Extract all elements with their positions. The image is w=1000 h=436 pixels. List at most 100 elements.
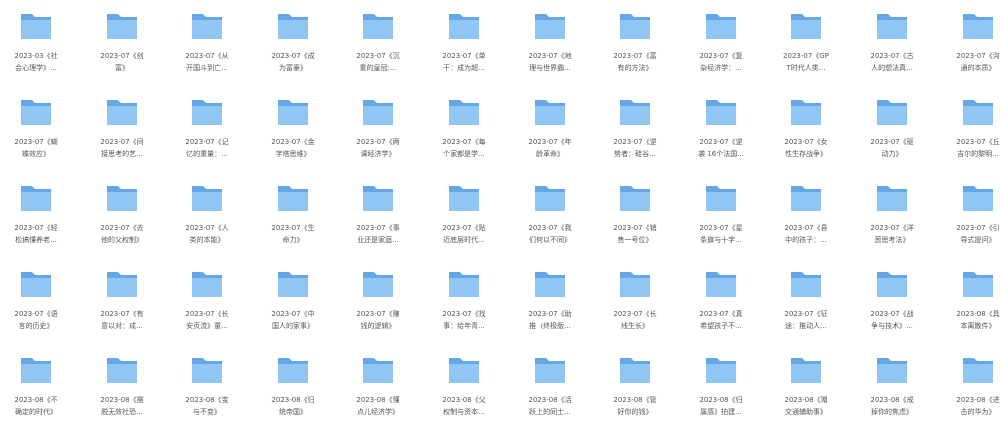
folder-item[interactable]: 2023-08《管 好你的钱》 — [599, 354, 671, 436]
folder-icon — [363, 272, 393, 297]
folder-item[interactable]: 2023-07《找 事：给年青... — [428, 268, 500, 350]
folder-icon — [963, 358, 993, 383]
folder-item[interactable]: 2023-08《归 属感》拍建... — [685, 354, 757, 436]
folder-icon — [192, 100, 222, 125]
folder-item[interactable]: 2023-07《销 售一号位》 — [599, 182, 671, 264]
folder-label: 2023-07《地 理与世界霸... — [528, 52, 572, 72]
folder-item[interactable]: 2023-08《戒 掉你的焦虑》 — [856, 354, 928, 436]
folder-label: 2023-07《贴 近底层时代... — [442, 224, 486, 244]
folder-item[interactable]: 2023-07《间 接思考的艺... — [86, 96, 158, 178]
folder-item[interactable]: 2023-08《具 本离散件》 — [942, 268, 1000, 350]
folder-item[interactable]: 2023-07《记 忆的重量：... — [171, 96, 243, 178]
folder-item[interactable]: 2023-07《每 个家都是学... — [428, 96, 500, 178]
folder-icon — [620, 186, 650, 211]
folder-icon — [963, 100, 993, 125]
folder-item[interactable]: 2023-07《女 性生存战争》 — [770, 96, 842, 178]
folder-label: 2023-07《女 性生存战争》 — [784, 138, 828, 158]
folder-label: 2023-07《我 们何以不同》 — [528, 224, 572, 244]
folder-item[interactable]: 2023-08《懂 点儿经济学》 — [342, 354, 414, 436]
folder-item[interactable]: 2023-07《助 推（终极版... — [514, 268, 586, 350]
folder-icon — [449, 14, 479, 39]
folder-item[interactable]: 2023-07《赚 钱的逻辑》 — [342, 268, 414, 350]
folder-item[interactable]: 2023-07《丘 吉尔的黎明... — [942, 96, 1000, 178]
folder-item[interactable]: 2023-07《从 开国斗到亡... — [171, 10, 243, 92]
folder-item[interactable]: 2023-07《引 导式提问》 — [942, 182, 1000, 264]
folder-icon — [706, 100, 736, 125]
folder-icon — [363, 100, 393, 125]
folder-item[interactable]: 2023-07《蝴 蝶效应》 — [0, 96, 72, 178]
folder-item[interactable]: 2023-07《生 命力》 — [257, 182, 329, 264]
folder-item[interactable]: 2023-07《轻 松搞懂养老... — [0, 182, 72, 264]
folder-item[interactable]: 2023-07《沉 重的皇冠:... — [342, 10, 414, 92]
folder-item[interactable]: 2023-07《征 途：推动人... — [770, 268, 842, 350]
folder-item[interactable]: 2023-07《逆 袭 16个法国... — [685, 96, 757, 178]
folder-item[interactable]: 2023-08《父 权制与资本... — [428, 354, 500, 436]
folder-icon — [706, 272, 736, 297]
folder-item[interactable]: 2023-08《进 击的华为》 — [942, 354, 1000, 436]
folder-icon — [877, 186, 907, 211]
folder-item[interactable]: 2023-03《社 会心理学》... — [0, 10, 72, 92]
folder-label: 2023-07《征 途：推动人... — [784, 310, 828, 330]
folder-item[interactable]: 2023-07《沟 通的本质》 — [942, 10, 1000, 92]
folder-item[interactable]: 2023-07《年 龄革命》 — [514, 96, 586, 178]
folder-label: 2023-07《年 龄革命》 — [528, 138, 572, 158]
folder-label: 2023-07《战 争与技术》... — [870, 310, 914, 330]
folder-item[interactable]: 2023-08《变 与不变》 — [171, 354, 243, 436]
folder-item[interactable]: 2023-08《摆 脱无效社恐... — [86, 354, 158, 436]
folder-item[interactable]: 2023-07《逆 势者：硅谷... — [599, 96, 671, 178]
folder-label: 2023-07《沟 通的本质》 — [956, 52, 1000, 72]
folder-item[interactable]: 2023-07《中 国人的家事》 — [257, 268, 329, 350]
folder-item[interactable]: 2023-08《归 统帝国》 — [257, 354, 329, 436]
folder-item[interactable]: 2023-07《战 争与技术》... — [856, 268, 928, 350]
folder-icon — [363, 186, 393, 211]
folder-item[interactable]: 2023-07《成 为富豪》 — [257, 10, 329, 92]
folder-icon — [278, 272, 308, 297]
folder-icon — [791, 272, 821, 297]
folder-item[interactable]: 2023-07《富 有的方法》 — [599, 10, 671, 92]
folder-item[interactable]: 2023-07《长 线生长》 — [599, 268, 671, 350]
folder-item[interactable]: 2023-07《有 意以对：成... — [86, 268, 158, 350]
folder-item[interactable]: 2023-07《复 杂经济学：... — [685, 10, 757, 92]
folder-item[interactable]: 2023-07《古 人的想法真... — [856, 10, 928, 92]
folder-item[interactable]: 2023-07《事 业还是家庭... — [342, 182, 414, 264]
folder-item[interactable]: 2023-07《驱 动力》 — [856, 96, 928, 178]
folder-item[interactable]: 2023-07《贴 近底层时代... — [428, 182, 500, 264]
folder-icon — [706, 186, 736, 211]
folder-item[interactable]: 2023-07《两 课经济学》 — [342, 96, 414, 178]
folder-item[interactable]: 2023-08《不 确定的时代》 — [0, 354, 72, 436]
folder-item[interactable]: 2023-07《我 们何以不同》 — [514, 182, 586, 264]
folder-item[interactable]: 2023-07《GP T时代人类... — [770, 10, 842, 92]
folder-icon — [21, 358, 51, 383]
folder-item[interactable]: 2023-07《洋 葱思考法》 — [856, 182, 928, 264]
folder-label: 2023-08《归 属感》拍建... — [699, 396, 743, 416]
folder-label: 2023-08《不 确定的时代》 — [14, 396, 58, 416]
folder-item[interactable]: 2023-07《创 富》 — [86, 10, 158, 92]
folder-icon — [363, 358, 393, 383]
folder-label: 2023-07《长 安页流》童... — [185, 310, 229, 330]
folder-label: 2023-08《戒 掉你的焦虑》 — [870, 396, 914, 416]
folder-icon — [107, 358, 137, 383]
folder-icon — [21, 272, 51, 297]
folder-item[interactable]: 2023-07《星 条旗与十字... — [685, 182, 757, 264]
folder-item[interactable]: 2023-07《真 希望孩子不... — [685, 268, 757, 350]
folder-item[interactable]: 2023-07《地 理与世界霸... — [514, 10, 586, 92]
folder-item[interactable]: 2023-07《单 干：成为超... — [428, 10, 500, 92]
folder-item[interactable]: 2023-07《去 他的父权制》 — [86, 182, 158, 264]
folder-label: 2023-07《间 接思考的艺... — [100, 138, 144, 158]
folder-label: 2023-07《事 业还是家庭... — [356, 224, 400, 244]
folder-icon — [449, 272, 479, 297]
folder-item[interactable]: 2023-07《金 字塔思维》 — [257, 96, 329, 178]
folder-item[interactable]: 2023-07《语 言的历史》 — [0, 268, 72, 350]
folder-item[interactable]: 2023-07《长 安页流》童... — [171, 268, 243, 350]
folder-label: 2023-07《古 人的想法真... — [870, 52, 914, 72]
folder-item[interactable]: 2023-08《赠 交通辅助事》 — [770, 354, 842, 436]
folder-label: 2023-07《人 类的本能》 — [185, 224, 229, 244]
folder-label: 2023-07《有 意以对：成... — [100, 310, 144, 330]
folder-icon — [192, 272, 222, 297]
folder-icon — [107, 272, 137, 297]
folder-item[interactable]: 2023-08《活 跃上的同士... — [514, 354, 586, 436]
folder-icon — [449, 358, 479, 383]
folder-label: 2023-07《逆 袭 16个法国... — [698, 138, 744, 158]
folder-item[interactable]: 2023-07《人 类的本能》 — [171, 182, 243, 264]
folder-item[interactable]: 2023-07《县 中的孩子：... — [770, 182, 842, 264]
